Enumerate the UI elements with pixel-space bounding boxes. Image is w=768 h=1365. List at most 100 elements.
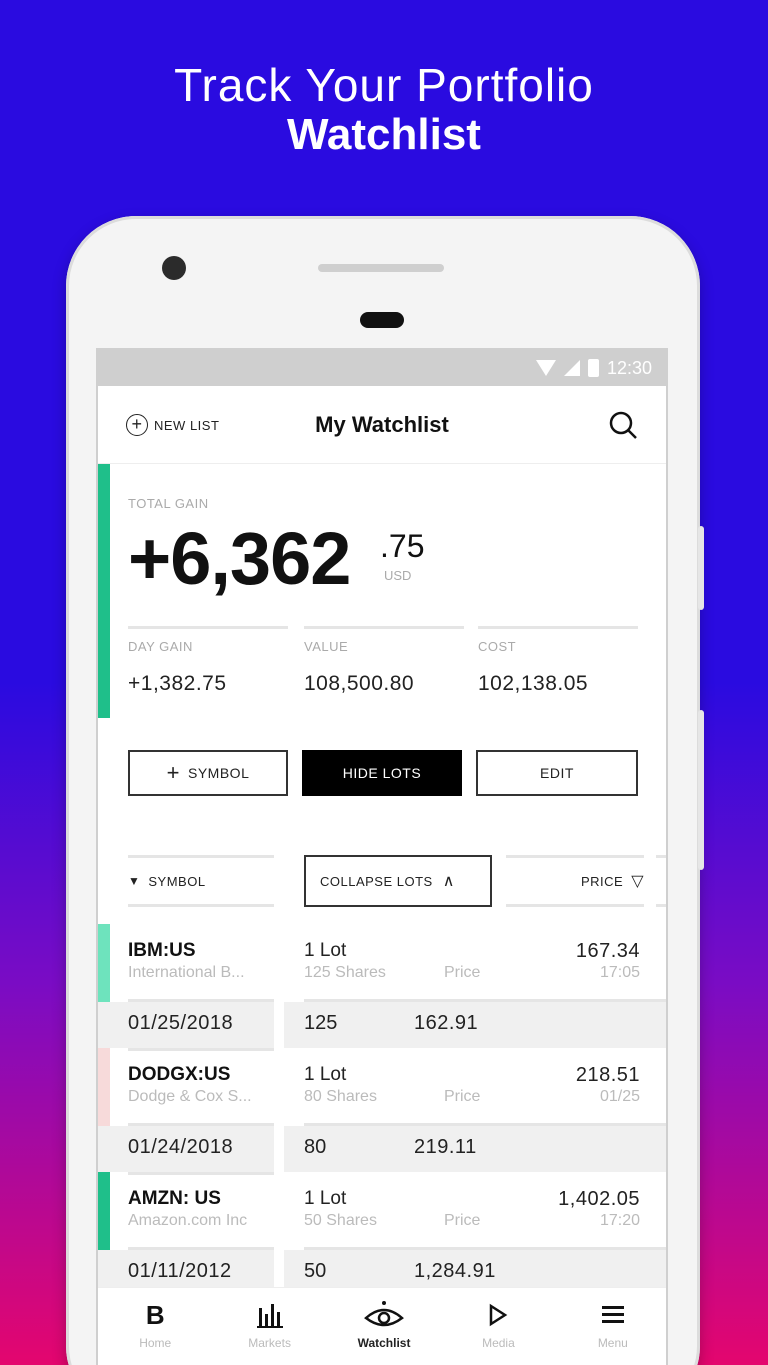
nav-watchlist[interactable]: Watchlist <box>327 1288 441 1365</box>
add-symbol-button[interactable]: + SYMBOL <box>128 750 288 796</box>
app-bar: + NEW LIST My Watchlist <box>98 386 666 464</box>
edit-button[interactable]: EDIT <box>476 750 638 796</box>
lot-price: 219.11 <box>414 1136 477 1158</box>
proximity-sensor <box>360 312 404 328</box>
cost-stat: COST 102,138.05 <box>478 626 638 696</box>
gain-indicator-bar <box>98 464 110 718</box>
price-column-label: PRICE <box>580 873 624 889</box>
holding-symbol: AMZN: US <box>128 1188 221 1209</box>
value-label: VALUE <box>304 639 349 654</box>
day-gain-label: DAY GAIN <box>128 639 193 654</box>
filter-down-icon: ▽ <box>631 873 644 890</box>
value-stat: VALUE 108,500.80 <box>304 626 464 696</box>
column-divider <box>274 1048 284 1126</box>
promo-subheadline: Watchlist <box>287 110 481 159</box>
total-gain-value: +6,362 <box>128 517 351 600</box>
column-divider <box>274 1002 284 1048</box>
eye-icon <box>364 1301 404 1327</box>
total-gain-cents: .75 <box>380 528 425 564</box>
status-bar: 12:30 <box>98 350 666 386</box>
action-buttons: + SYMBOL HIDE LOTS EDIT <box>128 750 640 796</box>
collapse-lots-button[interactable]: COLLAPSE LOTS ∧ <box>304 855 492 907</box>
holding-price-label: Price <box>444 964 481 981</box>
holding-shares: 125 Shares <box>304 964 386 981</box>
price-column-header[interactable]: PRICE ▽ <box>506 855 644 907</box>
day-gain-stat: DAY GAIN +1,382.75 <box>128 626 288 696</box>
lot-price: 1,284.91 <box>414 1260 496 1282</box>
cost-label: COST <box>478 639 517 654</box>
column-divider <box>274 1126 284 1172</box>
holding-name: Amazon.com Inc <box>128 1212 248 1229</box>
holding-row[interactable]: DODGX:US Dodge & Cox S... 1 Lot 80 Share… <box>98 1048 666 1172</box>
add-symbol-label: SYMBOL <box>188 765 250 781</box>
battery-icon <box>587 359 599 377</box>
cost-value: 102,138.05 <box>478 672 589 695</box>
page-title: My Watchlist <box>315 412 449 437</box>
lot-row[interactable]: 01/25/2018 125 162.91 <box>98 1002 666 1048</box>
column-headers: ▼ SYMBOL COLLAPSE LOTS ∧ PRICE ▽ <box>98 855 666 927</box>
lot-price: 162.91 <box>414 1012 479 1034</box>
holding-price: 167.34 <box>575 940 640 962</box>
holding-shares: 50 Shares <box>304 1212 377 1229</box>
promo-headline: Track Your Portfolio <box>174 59 594 111</box>
holding-price: 218.51 <box>575 1064 640 1086</box>
holding-row[interactable]: IBM:US International B... 1 Lot 125 Shar… <box>98 924 666 1048</box>
holding-name: International B... <box>128 964 245 981</box>
holding-time: 17:05 <box>599 964 640 981</box>
total-gain-currency: USD <box>384 568 412 583</box>
nav-menu-label: Menu <box>597 1336 628 1350</box>
volume-button <box>698 526 704 610</box>
plus-icon: + <box>166 760 180 785</box>
menu-icon <box>601 1306 624 1323</box>
lot-date: 01/24/2018 <box>128 1136 234 1158</box>
holding-symbol: IBM:US <box>128 940 196 961</box>
value-value: 108,500.80 <box>304 672 415 695</box>
holding-name: Dodge & Cox S... <box>128 1088 252 1105</box>
nav-home[interactable]: B Home <box>98 1288 212 1365</box>
nav-media[interactable]: Media <box>441 1288 555 1365</box>
holding-price-label: Price <box>444 1088 481 1105</box>
lot-shares: 125 <box>304 1012 338 1034</box>
home-b-icon: B <box>145 1300 165 1330</box>
hide-lots-button[interactable]: HIDE LOTS <box>302 750 462 796</box>
nav-menu[interactable]: Menu <box>556 1288 666 1365</box>
lot-row[interactable]: 01/24/2018 80 219.11 <box>98 1126 666 1172</box>
column-divider <box>274 1172 284 1250</box>
app-screen: 12:30 + NEW LIST My Watchlist TOTAL GAIN… <box>96 348 668 1365</box>
holding-row[interactable]: AMZN: US Amazon.com Inc 1 Lot 50 Shares … <box>98 1172 666 1296</box>
row-divider <box>128 1172 274 1175</box>
holding-time: 17:20 <box>599 1212 640 1229</box>
wifi-icon <box>535 360 556 376</box>
holding-lots: 1 Lot <box>304 1188 347 1209</box>
holding-price: 1,402.05 <box>558 1188 640 1210</box>
status-time: 12:30 <box>606 357 652 378</box>
portfolio-summary: TOTAL GAIN +6,362 .75 USD DAY GAIN +1,38… <box>98 464 666 720</box>
row-divider <box>128 1048 274 1051</box>
nav-home-label: Home <box>139 1336 172 1350</box>
chevron-up-icon: ∧ <box>442 873 455 890</box>
play-icon <box>490 1303 508 1327</box>
total-gain-label: TOTAL GAIN <box>128 496 209 511</box>
nav-media-label: Media <box>482 1336 515 1350</box>
lot-shares: 80 <box>304 1136 327 1158</box>
nav-markets[interactable]: Markets <box>212 1288 326 1365</box>
day-gain-value: +1,382.75 <box>128 672 227 695</box>
search-icon[interactable] <box>608 410 638 440</box>
holding-date: 01/25 <box>599 1088 640 1105</box>
holding-price-label: Price <box>444 1212 481 1229</box>
earpiece-speaker <box>318 264 444 272</box>
power-button <box>698 710 704 870</box>
collapse-lots-label: COLLAPSE LOTS <box>320 873 433 889</box>
holdings-list: IBM:US International B... 1 Lot 125 Shar… <box>98 924 666 1298</box>
symbol-column-header[interactable]: ▼ SYMBOL <box>128 855 274 907</box>
lot-date: 01/11/2012 <box>128 1260 232 1282</box>
next-column-header <box>656 855 666 907</box>
symbol-column-label: SYMBOL <box>148 873 206 889</box>
sort-down-icon: ▼ <box>128 874 141 888</box>
lot-shares: 50 <box>304 1260 327 1282</box>
column-divider <box>274 924 284 1002</box>
nav-watchlist-label: Watchlist <box>357 1336 411 1350</box>
holding-lots: 1 Lot <box>304 940 347 961</box>
holding-symbol: DODGX:US <box>128 1064 231 1085</box>
bottom-navigation: B Home Markets Watchlist Media Menu <box>98 1287 666 1365</box>
